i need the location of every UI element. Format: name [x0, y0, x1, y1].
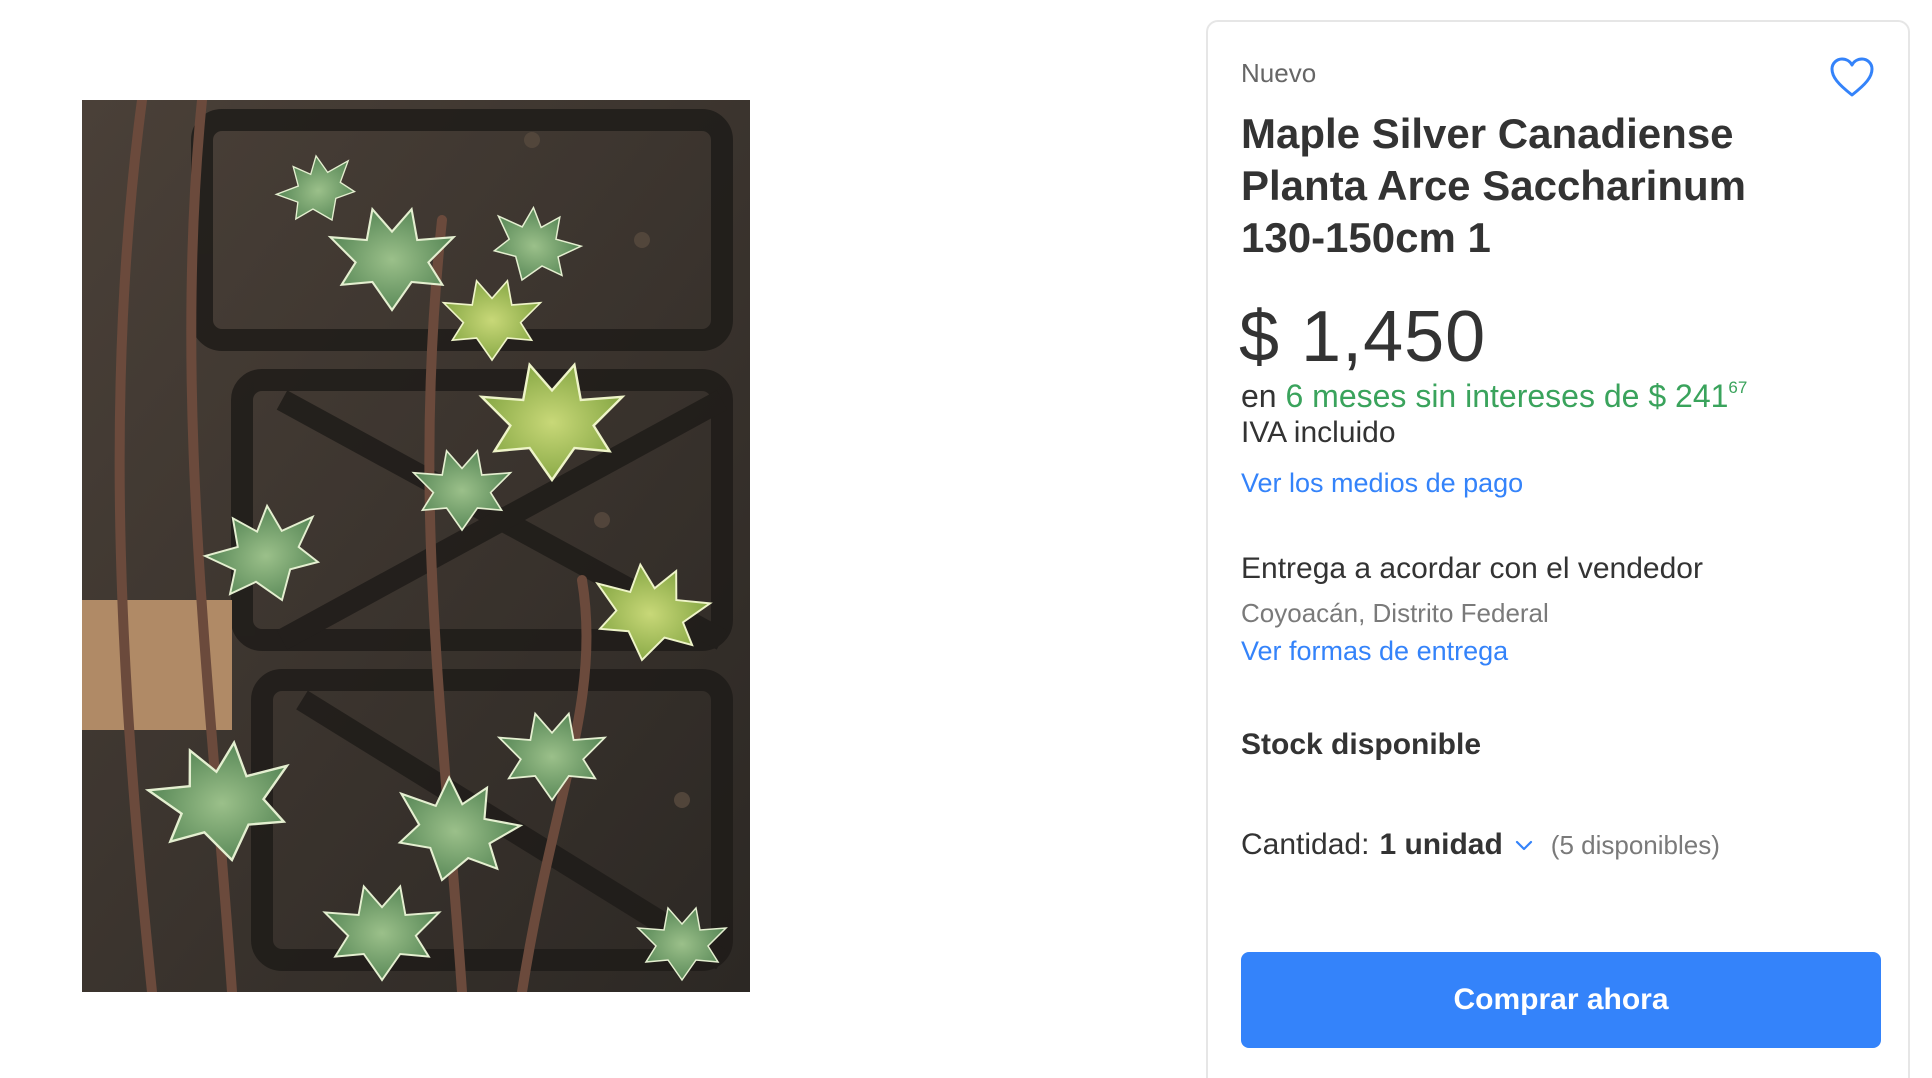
heart-outline-icon[interactable]: [1828, 54, 1876, 102]
quantity-label: Cantidad:: [1241, 828, 1370, 861]
delivery-title: Entrega a acordar con el vendedor: [1241, 552, 1703, 585]
installments-cents: 67: [1728, 378, 1748, 398]
quantity-row: Cantidad: 1 unidad (5 disponibles): [1241, 828, 1720, 862]
price: $ 1,450: [1239, 297, 1487, 377]
stock-label: Stock disponible: [1241, 728, 1482, 761]
tax-note: IVA incluido: [1241, 416, 1396, 449]
product-image[interactable]: [82, 100, 750, 992]
available-count: (5 disponibles): [1550, 829, 1720, 860]
condition-label: Nuevo: [1241, 58, 1317, 88]
quantity-selector[interactable]: 1 unidad: [1379, 828, 1534, 862]
installments-prefix: en: [1241, 378, 1277, 414]
installments-info: en 6 meses sin intereses de $ 24167: [1241, 378, 1747, 415]
buy-now-button[interactable]: Comprar ahora: [1241, 952, 1881, 1048]
product-gallery: [0, 0, 1180, 1078]
delivery-location: Coyoacán, Distrito Federal: [1241, 598, 1549, 628]
product-title: Maple Silver Canadiense Planta Arce Sacc…: [1241, 110, 1746, 261]
chevron-down-icon: [1515, 840, 1532, 851]
product-page: Nuevo Maple Silver Canadiense Planta Arc…: [0, 0, 1932, 1078]
delivery-options-link[interactable]: Ver formas de entrega: [1241, 636, 1508, 667]
buy-box: Nuevo Maple Silver Canadiense Planta Arc…: [1206, 20, 1910, 1078]
quantity-value: 1 unidad: [1379, 828, 1503, 861]
payment-methods-link[interactable]: Ver los medios de pago: [1241, 468, 1523, 499]
installments-offer: 6 meses sin intereses de $ 241: [1285, 378, 1729, 414]
maple-plant-illustration: [82, 100, 750, 992]
